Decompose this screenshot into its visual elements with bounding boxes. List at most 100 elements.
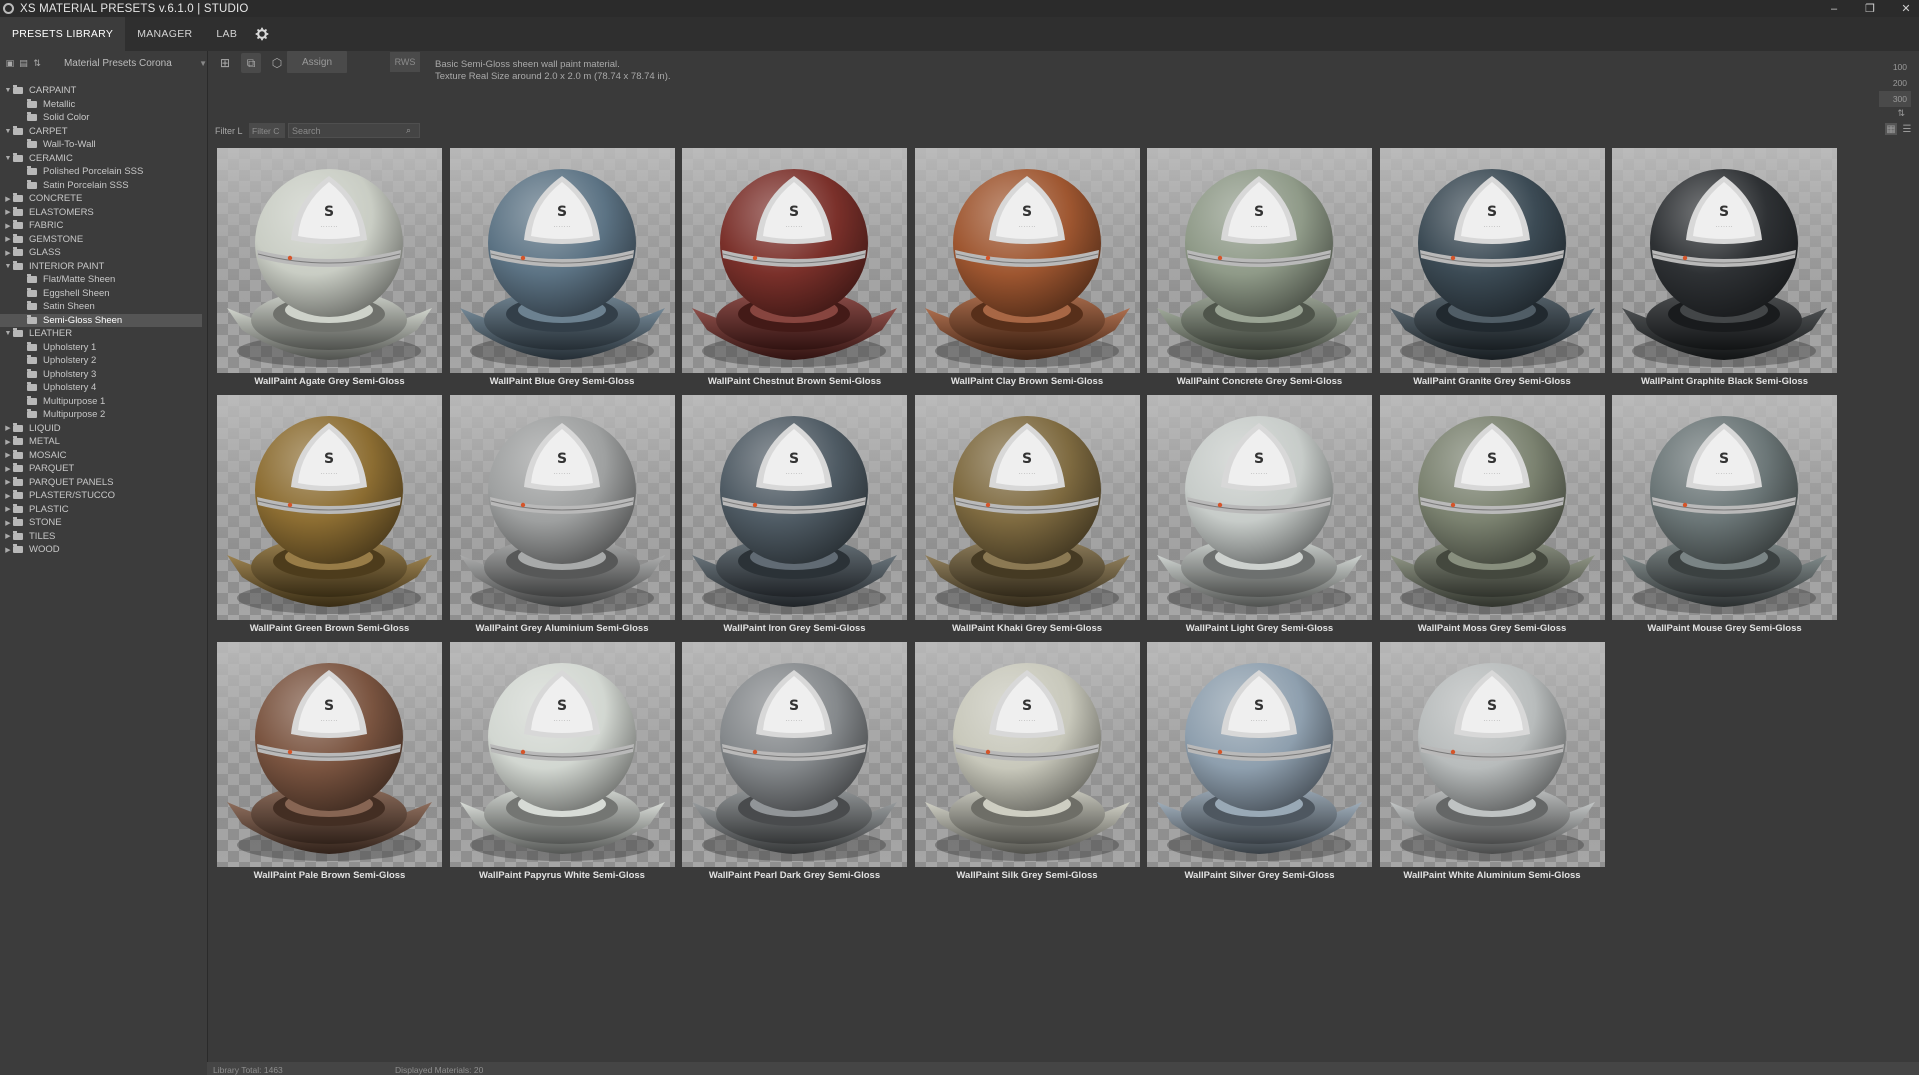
expand-right-icon[interactable]: ▶ — [3, 532, 13, 540]
close-icon[interactable]: ✕ — [1899, 2, 1913, 15]
material-preview-thumbnail[interactable]: S · · · · · · · — [914, 148, 1140, 373]
grid-view-icon[interactable]: ⊞ — [215, 53, 235, 73]
tree-subcategory[interactable]: Upholstery 2 — [0, 354, 207, 368]
expand-down-icon[interactable]: ▼ — [3, 128, 13, 135]
material-card[interactable]: S · · · · · · · WallPaint Grey Aluminium S… — [449, 395, 675, 638]
material-preview-thumbnail[interactable]: S · · · · · · · — [449, 642, 675, 867]
tree-subcategory[interactable]: Metallic — [0, 98, 207, 112]
material-preview-thumbnail[interactable]: S · · · · · · · — [217, 148, 442, 373]
material-card[interactable]: S · · · · · · · WallPaint Silk Grey Semi-G… — [914, 642, 1140, 885]
tree-subcategory[interactable]: Wall-To-Wall — [0, 138, 207, 152]
tree-subcategory[interactable]: Multipurpose 1 — [0, 395, 207, 409]
expand-down-icon[interactable]: ▼ — [3, 87, 13, 94]
collapse-all-icon[interactable]: ▣ — [5, 58, 15, 68]
material-card[interactable]: S · · · · · · · WallPaint Pearl Dark Grey … — [682, 642, 907, 885]
expand-right-icon[interactable]: ▶ — [3, 249, 13, 257]
material-card[interactable]: S · · · · · · · WallPaint Graphite Black S… — [1612, 148, 1837, 391]
material-card[interactable]: S · · · · · · · WallPaint Moss Grey Semi-G… — [1379, 395, 1605, 638]
tree-category[interactable]: ▶ WOOD — [0, 543, 207, 557]
expand-right-icon[interactable]: ▶ — [3, 438, 13, 446]
expand-right-icon[interactable]: ▶ — [3, 465, 13, 473]
material-preview-thumbnail[interactable]: S · · · · · · · — [682, 642, 907, 867]
material-preview-thumbnail[interactable]: S · · · · · · · — [1379, 148, 1605, 373]
assign-button[interactable]: Assign — [287, 51, 347, 73]
size-option-300[interactable]: 300 — [1879, 91, 1911, 107]
tree-category[interactable]: ▼ CARPAINT — [0, 84, 207, 98]
material-card[interactable]: S · · · · · · · WallPaint Iron Grey Semi-G… — [682, 395, 907, 638]
material-preview-thumbnail[interactable]: S · · · · · · · — [1147, 642, 1372, 867]
material-card[interactable]: S · · · · · · · WallPaint Khaki Grey Semi-… — [914, 395, 1140, 638]
expand-right-icon[interactable]: ▶ — [3, 222, 13, 230]
tree-subcategory[interactable]: Semi-Gloss Sheen — [0, 313, 202, 327]
tree-category[interactable]: ▶ CONCRETE — [0, 192, 207, 206]
material-card[interactable]: S · · · · · · · WallPaint Blue Grey Semi-G… — [449, 148, 675, 391]
list-layout-icon[interactable]: ☰ — [1901, 123, 1913, 135]
tree-category[interactable]: ▶ STONE — [0, 516, 207, 530]
tree-category[interactable]: ▼ INTERIOR PAINT — [0, 260, 207, 274]
tree-category[interactable]: ▼ CERAMIC — [0, 152, 207, 166]
material-preview-thumbnail[interactable]: S · · · · · · · — [449, 395, 675, 620]
tree-subcategory[interactable]: Solid Color — [0, 111, 207, 125]
tree-subcategory[interactable]: Satin Porcelain SSS — [0, 179, 207, 193]
tree-category[interactable]: ▶ METAL — [0, 435, 207, 449]
expand-all-icon[interactable]: ▤ — [19, 58, 29, 68]
material-preview-thumbnail[interactable]: S · · · · · · · — [914, 642, 1140, 867]
tree-category[interactable]: ▶ LIQUID — [0, 422, 207, 436]
material-card[interactable]: S · · · · · · · WallPaint Mouse Grey Semi-… — [1612, 395, 1837, 638]
gear-icon[interactable] — [255, 27, 269, 41]
material-preview-thumbnail[interactable]: S · · · · · · · — [1612, 395, 1837, 620]
filter-dropdown[interactable]: Filter C — [249, 123, 285, 138]
material-preview-thumbnail[interactable]: S · · · · · · · — [1147, 148, 1372, 373]
tab-lab[interactable]: LAB — [204, 17, 249, 51]
material-preview-thumbnail[interactable]: S · · · · · · · — [914, 395, 1140, 620]
material-card[interactable]: S · · · · · · · WallPaint Light Grey Semi-… — [1147, 395, 1372, 638]
library-select[interactable]: Material Presets Corona ▼ — [64, 54, 207, 72]
tree-subcategory[interactable]: Multipurpose 2 — [0, 408, 207, 422]
tree-category[interactable]: ▶ MOSAIC — [0, 449, 207, 463]
tree-subcategory[interactable]: Flat/Matte Sheen — [0, 273, 207, 287]
tree-category[interactable]: ▶ PLASTIC — [0, 503, 207, 517]
expand-right-icon[interactable]: ▶ — [3, 478, 13, 486]
thumbnail-layout-icon[interactable]: ▦ — [1885, 123, 1897, 135]
material-preview-thumbnail[interactable]: S · · · · · · · — [1379, 395, 1605, 620]
tree-category[interactable]: ▼ LEATHER — [0, 327, 207, 341]
rws-button[interactable]: RWS — [390, 52, 420, 72]
tree-subcategory[interactable]: Eggshell Sheen — [0, 287, 207, 301]
material-preview-thumbnail[interactable]: S · · · · · · · — [217, 395, 442, 620]
tree-category[interactable]: ▶ GLASS — [0, 246, 207, 260]
material-card[interactable]: S · · · · · · · WallPaint Granite Grey Sem… — [1379, 148, 1605, 391]
tree-subcategory[interactable]: Upholstery 3 — [0, 368, 207, 382]
material-card[interactable]: S · · · · · · · WallPaint Green Brown Semi… — [217, 395, 442, 638]
size-option-200[interactable]: 200 — [1879, 75, 1911, 91]
expand-right-icon[interactable]: ▶ — [3, 424, 13, 432]
expand-down-icon[interactable]: ▼ — [3, 155, 13, 162]
material-preview-thumbnail[interactable]: S · · · · · · · — [682, 395, 907, 620]
size-option-100[interactable]: 100 — [1879, 59, 1911, 75]
material-card[interactable]: S · · · · · · · WallPaint Clay Brown Semi-… — [914, 148, 1140, 391]
material-card[interactable]: S · · · · · · · WallPaint White Aluminium … — [1379, 642, 1605, 885]
expand-right-icon[interactable]: ▶ — [3, 492, 13, 500]
tree-subcategory[interactable]: Upholstery 4 — [0, 381, 207, 395]
tree-category[interactable]: ▶ PARQUET — [0, 462, 207, 476]
tree-category[interactable]: ▼ CARPET — [0, 125, 207, 139]
restore-icon[interactable]: ❐ — [1863, 2, 1877, 15]
sort-tree-icon[interactable]: ⇅ — [32, 58, 42, 68]
expand-right-icon[interactable]: ▶ — [3, 505, 13, 513]
tree-category[interactable]: ▶ FABRIC — [0, 219, 207, 233]
expand-right-icon[interactable]: ▶ — [3, 235, 13, 243]
material-preview-thumbnail[interactable]: S · · · · · · · — [217, 642, 442, 867]
tree-category[interactable]: ▶ PLASTER/STUCCO — [0, 489, 207, 503]
expand-right-icon[interactable]: ▶ — [3, 195, 13, 203]
tree-subcategory[interactable]: Satin Sheen — [0, 300, 207, 314]
material-preview-thumbnail[interactable]: S · · · · · · · — [682, 148, 907, 373]
expand-right-icon[interactable]: ▶ — [3, 208, 13, 216]
tree-subcategory[interactable]: Upholstery 1 — [0, 341, 207, 355]
expand-right-icon[interactable]: ▶ — [3, 451, 13, 459]
material-preview-thumbnail[interactable]: S · · · · · · · — [449, 148, 675, 373]
search-input[interactable] — [289, 124, 404, 137]
material-card[interactable]: S · · · · · · · WallPaint Papyrus White Se… — [449, 642, 675, 885]
minimize-icon[interactable]: – — [1827, 3, 1841, 15]
tab-manager[interactable]: MANAGER — [125, 17, 204, 51]
expand-right-icon[interactable]: ▶ — [3, 519, 13, 527]
material-card[interactable]: S · · · · · · · WallPaint Concrete Grey Se… — [1147, 148, 1372, 391]
